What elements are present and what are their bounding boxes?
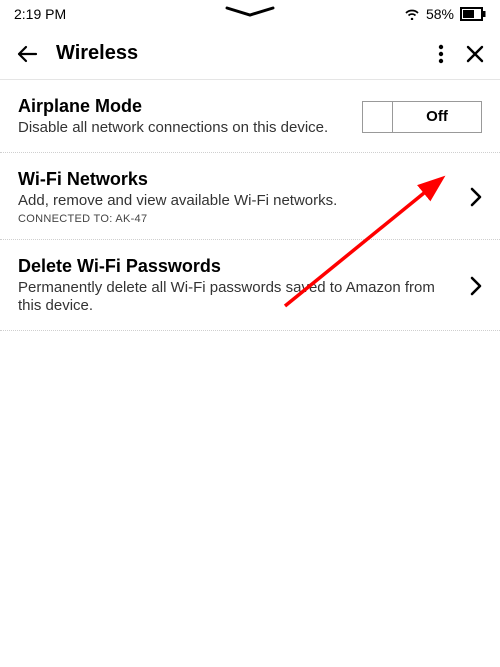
setting-desc: Add, remove and view available Wi-Fi net… (18, 192, 450, 211)
back-button[interactable] (16, 43, 44, 65)
chevron-right-icon (462, 276, 482, 296)
setting-desc: Disable all network connections on this … (18, 119, 350, 138)
setting-title: Delete Wi-Fi Passwords (18, 256, 450, 277)
setting-desc: Permanently delete all Wi-Fi passwords s… (18, 279, 450, 317)
setting-delete-wifi-passwords[interactable]: Delete Wi-Fi Passwords Permanently delet… (0, 240, 500, 332)
wifi-connected-status: CONNECTED TO: AK-47 (18, 213, 450, 225)
setting-wifi-networks[interactable]: Wi-Fi Networks Add, remove and view avai… (0, 153, 500, 240)
nav-bar: Wireless (0, 24, 500, 80)
chevron-right-icon (462, 187, 482, 207)
toggle-knob (363, 102, 393, 132)
settings-list: Airplane Mode Disable all network connec… (0, 80, 500, 331)
battery-icon (460, 7, 486, 21)
wifi-icon (404, 8, 420, 20)
airplane-mode-toggle[interactable]: Off (362, 101, 482, 133)
swipe-handle-icon (223, 5, 277, 24)
status-time: 2:19 PM (14, 6, 66, 22)
page-title: Wireless (56, 42, 438, 65)
setting-title: Airplane Mode (18, 96, 350, 117)
close-button[interactable] (466, 45, 484, 63)
setting-title: Wi-Fi Networks (18, 169, 450, 190)
status-right: 58% (404, 6, 486, 22)
more-options-button[interactable] (438, 44, 444, 64)
status-battery-pct: 58% (426, 6, 454, 22)
connected-prefix: CONNECTED TO: (18, 213, 115, 225)
toggle-label: Off (393, 102, 481, 132)
setting-airplane-mode[interactable]: Airplane Mode Disable all network connec… (0, 80, 500, 153)
connected-ssid: AK-47 (115, 213, 147, 225)
